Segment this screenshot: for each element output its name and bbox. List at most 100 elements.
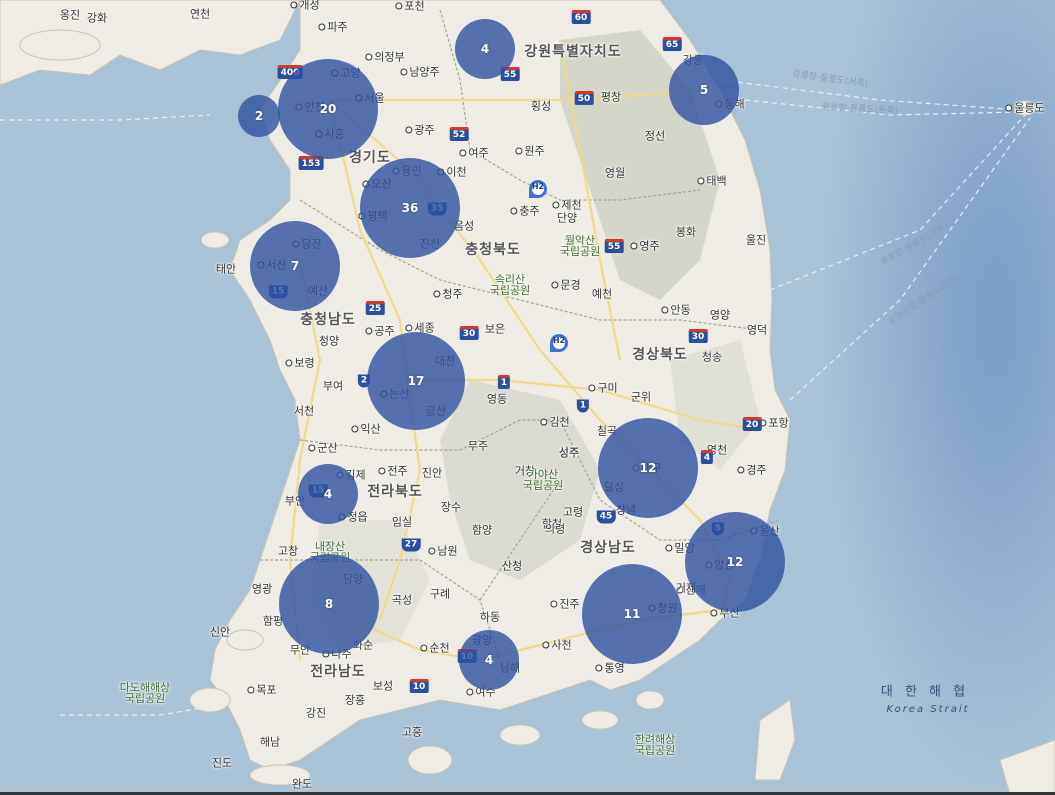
city-label: 장흥 [344,693,366,707]
cluster-marker-daegu[interactable]: 12 [598,418,698,518]
city-label: 산청 [501,559,523,573]
city-label: 목포 [247,685,276,696]
city-label: 진안 [421,466,443,480]
cluster-marker-suncheon[interactable]: 4 [459,630,519,690]
hydrogen-station-marker[interactable]: H2 [529,180,547,198]
cluster-count: 8 [324,597,334,611]
cluster-marker-gangneung[interactable]: 5 [669,55,739,125]
cluster-marker-seosan[interactable]: 7 [250,221,340,311]
city-label: 강화 [86,11,108,25]
city-label: 정선 [644,129,666,143]
cluster-count: 36 [401,201,419,215]
city-label: 진주 [550,599,579,610]
city-label: 무주 [467,439,489,453]
highway-shield: 60 [571,10,591,24]
city-label: 서천 [293,404,315,418]
cluster-count: 17 [407,374,425,388]
city-label: 곡성 [391,593,413,607]
city-label: 안동 [661,305,690,316]
city-label: 성주 [558,446,580,460]
city-label: 포천 [395,1,424,12]
cluster-marker-ulsan[interactable]: 12 [685,512,785,612]
cluster-marker-incheon-west[interactable]: 2 [238,95,280,137]
city-label: 태안 [215,262,237,276]
city-label: 영주 [630,241,659,252]
hydrogen-station-marker[interactable]: H2 [550,334,568,352]
city-label: 봉화 [675,225,697,239]
highway-shield: 55 [604,239,624,253]
cluster-count: 7 [290,259,300,273]
city-label: 완도 [291,777,313,791]
region-label-gangwon: 강원특별자치도 [524,44,622,60]
city-label: 군산 [308,443,337,454]
map-canvas[interactable]: 강원특별자치도 경기도 충청북도 충청남도 전라북도 경상북도 경상남도 전라남… [0,0,1055,795]
cluster-marker-changwon[interactable]: 11 [582,564,682,664]
cluster-marker-gwangju[interactable]: 8 [279,554,379,654]
cluster-count: 4 [480,42,490,56]
cluster-marker-gunsan-buan[interactable]: 4 [298,464,358,524]
park-label: 속리산 국립공원 [489,273,531,297]
cluster-count: 12 [639,461,657,475]
city-label: 영월 [604,166,626,180]
city-label: 통영 [595,663,624,674]
city-label: 예천 [591,287,613,301]
city-label: 진도 [211,756,233,770]
city-label: 광주 [405,125,434,136]
highway-shield: 1 [576,399,590,413]
city-label: 익산 [351,424,380,435]
city-label: 포항 [759,418,788,429]
city-label: 경주 [737,465,766,476]
region-label-jeonnam: 전라남도 [310,664,366,680]
park-label: 가야산 국립공원 [522,468,564,492]
city-label: 옹진 [59,8,81,22]
park-label: 한려해상 국립공원 [634,733,676,757]
cluster-marker-chuncheon[interactable]: 4 [455,19,515,79]
region-label-gyeongnam: 경상남도 [580,540,636,556]
highway-shield: 1 [497,375,511,389]
highway-shield: 10 [409,679,429,693]
city-label: 개성 [290,0,319,11]
highway-shield: 65 [662,37,682,51]
city-label: 남양주 [400,67,439,78]
city-label: 공주 [365,326,394,337]
region-label-chungnam: 충청남도 [300,312,356,328]
city-label: 울진 [745,233,767,247]
city-label: 청송 [701,350,723,364]
city-label: 횡성 [530,99,552,113]
city-label: 여주 [459,148,488,159]
city-label: 충주 [510,206,539,217]
cluster-marker-suwon-yongin[interactable]: 36 [360,158,460,258]
city-label: 구미 [588,383,617,394]
highway-shield: 27 [401,538,421,552]
city-label: 강진 [305,706,327,720]
sea-label-en: Korea Strait [886,704,970,715]
city-label: 의령 [544,522,566,536]
city-label: 보령 [285,358,314,369]
region-label-jeonbuk: 전라북도 [367,484,423,500]
cluster-count: 12 [726,555,744,569]
cluster-count: 2 [254,109,264,123]
highway-shield: 20 [742,417,762,431]
highway-shield: 30 [688,329,708,343]
city-label: 남원 [428,546,457,557]
region-label-gyeongbuk: 경상북도 [632,347,688,363]
city-label: 청주 [433,289,462,300]
map-base [0,0,1055,795]
park-label: 다도해해상 국립공원 [119,681,171,705]
city-label: 보성 [372,679,394,693]
city-label: 순천 [420,643,449,654]
city-label: 울릉도 [1005,103,1044,114]
city-label: 고령 [562,505,584,519]
cluster-marker-daejeon[interactable]: 17 [367,332,465,430]
city-label: 평창 [600,90,622,104]
city-label: 보은 [484,322,506,336]
city-label: 원주 [515,146,544,157]
city-label: 해남 [259,735,281,749]
cluster-marker-seoul[interactable]: 20 [278,59,378,159]
city-label: 장수 [440,500,462,514]
city-label: 군위 [630,390,652,404]
city-label: 김천 [540,417,569,428]
city-label: 단양 [556,211,578,225]
cluster-count: 11 [623,607,641,621]
city-label: 제천 [552,200,581,211]
